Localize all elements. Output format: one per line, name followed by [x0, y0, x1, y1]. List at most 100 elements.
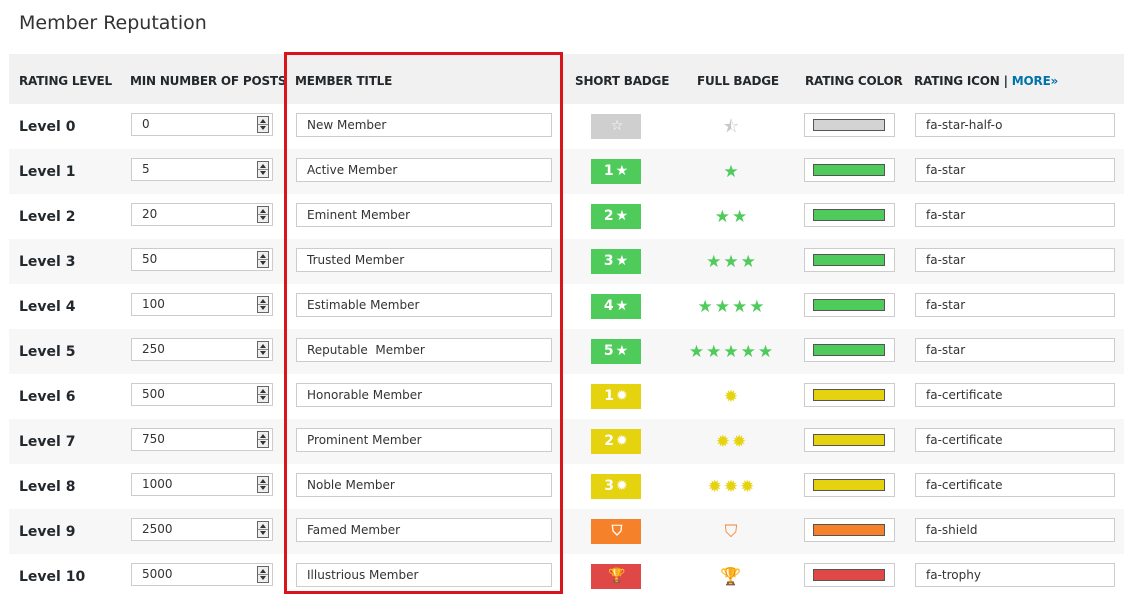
more-link[interactable]: MORE» — [1012, 74, 1059, 88]
min-posts-input[interactable]: 5 — [131, 158, 273, 181]
spinner-down-icon[interactable] — [260, 576, 266, 580]
member-title-input[interactable]: Prominent Member — [296, 428, 552, 452]
rating-color-picker[interactable] — [804, 113, 895, 137]
header-short-badge: SHORT BADGE — [575, 74, 670, 88]
rating-icon-input[interactable]: fa-star — [915, 203, 1115, 227]
spinner-down-icon[interactable] — [260, 441, 266, 445]
number-spinner[interactable] — [257, 386, 269, 403]
min-posts-input[interactable]: 750 — [131, 428, 273, 451]
min-posts-value: 500 — [142, 387, 165, 401]
rating-color-picker[interactable] — [804, 248, 895, 272]
number-spinner[interactable] — [257, 431, 269, 448]
rating-icon-input[interactable]: fa-trophy — [915, 563, 1115, 587]
number-spinner[interactable] — [257, 116, 269, 133]
member-title-input[interactable]: Noble Member — [296, 473, 552, 497]
rating-color-picker[interactable] — [804, 428, 895, 452]
member-title-input[interactable]: Illustrious Member — [296, 563, 552, 587]
member-title-input[interactable]: Trusted Member — [296, 248, 552, 272]
rating-color-picker[interactable] — [804, 338, 895, 362]
spinner-down-icon[interactable] — [260, 486, 266, 490]
number-spinner[interactable] — [257, 566, 269, 583]
spinner-up-icon[interactable] — [260, 434, 266, 438]
color-swatch — [813, 389, 885, 401]
spinner-down-icon[interactable] — [260, 306, 266, 310]
rating-icon-input[interactable]: fa-star — [915, 248, 1115, 272]
spinner-down-icon[interactable] — [260, 171, 266, 175]
full-badge-icon: ✹✹ — [715, 432, 749, 451]
member-title-input[interactable]: Eminent Member — [296, 203, 552, 227]
spinner-up-icon[interactable] — [260, 299, 266, 303]
color-swatch — [813, 479, 885, 491]
short-badge-icon: 🏆 — [608, 568, 626, 584]
spinner-up-icon[interactable] — [260, 389, 266, 393]
number-spinner[interactable] — [257, 161, 269, 178]
rating-color-picker[interactable] — [804, 293, 895, 317]
member-title-input[interactable]: Famed Member — [296, 518, 552, 542]
member-title-input[interactable]: Reputable Member — [296, 338, 552, 362]
min-posts-value: 750 — [142, 432, 165, 446]
number-spinner[interactable] — [257, 296, 269, 313]
min-posts-input[interactable]: 250 — [131, 338, 273, 361]
member-title-input[interactable]: Estimable Member — [296, 293, 552, 317]
number-spinner[interactable] — [257, 476, 269, 493]
rating-level-label: Level 0 — [19, 119, 76, 135]
member-title-input[interactable]: New Member — [296, 113, 552, 137]
number-spinner[interactable] — [257, 341, 269, 358]
spinner-up-icon[interactable] — [260, 344, 266, 348]
rating-icon-input[interactable]: fa-star — [915, 293, 1115, 317]
full-badge-icon: ✹ — [723, 387, 741, 406]
rating-color-picker[interactable] — [804, 473, 895, 497]
table-row: Level 10 5000 Illustrious Member 🏆 🏆 fa-troph… — [9, 554, 1124, 599]
member-title-input[interactable]: Active Member — [296, 158, 552, 182]
spinner-up-icon[interactable] — [260, 569, 266, 573]
rating-color-picker[interactable] — [804, 518, 895, 542]
short-badge-icon: ⛉ — [611, 523, 623, 539]
full-badge-icon: ⯪ — [722, 117, 742, 136]
table-row: Level 7 750 Prominent Member 2 ✹ ✹✹ fa-certifi… — [9, 419, 1124, 464]
table-row: Level 3 50 Trusted Member 3 ★ ★★★ fa-star — [9, 239, 1124, 284]
spinner-up-icon[interactable] — [260, 209, 266, 213]
rating-color-picker[interactable] — [804, 383, 895, 407]
spinner-down-icon[interactable] — [260, 216, 266, 220]
rating-icon-input[interactable]: fa-shield — [915, 518, 1115, 542]
number-spinner[interactable] — [257, 521, 269, 538]
min-posts-input[interactable]: 1000 — [131, 473, 273, 496]
short-badge-number: 3 — [603, 253, 614, 269]
min-posts-input[interactable]: 500 — [131, 383, 273, 406]
short-badge: ⛉ — [591, 519, 641, 544]
spinner-down-icon[interactable] — [260, 531, 266, 535]
min-posts-input[interactable]: 20 — [131, 203, 273, 226]
rating-icon-input[interactable]: fa-certificate — [915, 473, 1115, 497]
spinner-down-icon[interactable] — [260, 396, 266, 400]
min-posts-input[interactable]: 100 — [131, 293, 273, 316]
number-spinner[interactable] — [257, 206, 269, 223]
min-posts-input[interactable]: 2500 — [131, 518, 273, 541]
spinner-down-icon[interactable] — [260, 126, 266, 130]
rating-icon-input[interactable]: fa-certificate — [915, 428, 1115, 452]
rating-color-picker[interactable] — [804, 158, 895, 182]
spinner-down-icon[interactable] — [260, 261, 266, 265]
spinner-up-icon[interactable] — [260, 119, 266, 123]
table-row: Level 8 1000 Noble Member 3 ✹ ✹✹✹ fa-certifica… — [9, 464, 1124, 509]
min-posts-input[interactable]: 0 — [131, 113, 273, 136]
table-header: RATING LEVEL MIN NUMBER OF POSTS MEMBER … — [9, 54, 1124, 104]
rating-color-picker[interactable] — [804, 203, 895, 227]
rating-icon-input[interactable]: fa-certificate — [915, 383, 1115, 407]
rating-level-label: Level 5 — [19, 344, 76, 360]
spinner-up-icon[interactable] — [260, 479, 266, 483]
short-badge-icon: ✹ — [616, 388, 628, 404]
spinner-up-icon[interactable] — [260, 164, 266, 168]
rating-color-picker[interactable] — [804, 563, 895, 587]
min-posts-input[interactable]: 50 — [131, 248, 273, 271]
rating-icon-input[interactable]: fa-star — [915, 338, 1115, 362]
spinner-down-icon[interactable] — [260, 351, 266, 355]
color-swatch — [813, 119, 885, 131]
min-posts-input[interactable]: 5000 — [131, 563, 273, 586]
rating-level-label: Level 1 — [19, 164, 76, 180]
rating-icon-input[interactable]: fa-star — [915, 158, 1115, 182]
number-spinner[interactable] — [257, 251, 269, 268]
spinner-up-icon[interactable] — [260, 524, 266, 528]
spinner-up-icon[interactable] — [260, 254, 266, 258]
rating-icon-input[interactable]: fa-star-half-o — [915, 113, 1115, 137]
member-title-input[interactable]: Honorable Member — [296, 383, 552, 407]
